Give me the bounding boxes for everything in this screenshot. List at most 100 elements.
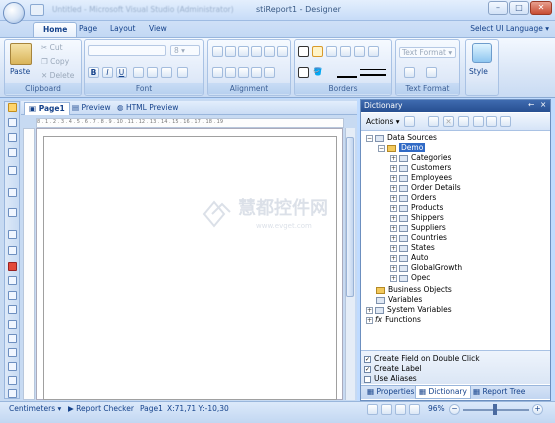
shadow-icon[interactable] — [298, 67, 309, 78]
sort-icon[interactable] — [500, 116, 511, 127]
tree-node-functions[interactable]: + fx Functions — [366, 315, 421, 325]
border-bottom-icon[interactable] — [368, 46, 379, 57]
no-border-icon[interactable] — [312, 46, 323, 57]
edit-item-icon[interactable] — [428, 116, 439, 127]
new-item-icon[interactable] — [404, 116, 415, 127]
style-button-label[interactable]: Style — [469, 67, 488, 76]
language-selector[interactable]: Select UI Language ▾ — [470, 24, 549, 33]
delete-item-icon[interactable]: ✕ — [443, 116, 454, 127]
angle-icon[interactable] — [277, 46, 288, 57]
text-format-combo[interactable]: Text Format ▾ — [399, 47, 456, 58]
barcode-tool-icon[interactable] — [8, 276, 17, 285]
band-tool-icon[interactable] — [8, 166, 17, 175]
minimize-button[interactable]: – — [488, 1, 508, 15]
cut-button[interactable]: ✂ Cut — [41, 43, 63, 52]
tab-view[interactable]: View — [140, 22, 176, 37]
border-top-icon[interactable] — [340, 46, 351, 57]
tree-node-table[interactable]: + Products — [390, 203, 443, 213]
tree-node-data-sources[interactable]: − Data Sources — [366, 133, 437, 143]
paste-button-label[interactable]: Paste — [10, 67, 30, 76]
tree-node-table[interactable]: + Suppliers — [390, 223, 446, 233]
component-tool-icon[interactable] — [8, 208, 17, 217]
format-cells-icon[interactable] — [404, 67, 415, 78]
tab-html-preview[interactable]: ◍ HTML Preview — [113, 102, 182, 115]
all-borders-icon[interactable] — [298, 46, 309, 57]
actions-menu[interactable]: Actions ▾ — [366, 117, 400, 126]
font-color-icon[interactable] — [133, 67, 144, 78]
select-tool-icon[interactable] — [8, 103, 17, 112]
checkbox-tool-icon[interactable] — [8, 334, 17, 343]
zoom-out-icon[interactable]: − — [449, 404, 460, 415]
tree-node-table[interactable]: + Categories — [390, 153, 451, 163]
rectangle-tool-icon[interactable] — [8, 320, 17, 329]
tab-report-tree[interactable]: ▦ Report Tree — [470, 386, 528, 399]
align-left-icon[interactable] — [212, 67, 223, 78]
tree-node-table[interactable]: + Shippers — [390, 213, 444, 223]
create-field-checkbox[interactable]: ✓ Create Field on Double Click — [364, 354, 480, 363]
page-view-icon[interactable] — [367, 404, 378, 415]
bold-button[interactable]: B — [88, 67, 99, 78]
font-settings-icon[interactable] — [177, 67, 188, 78]
crosstab-tool-icon[interactable] — [8, 389, 17, 398]
format-conditions-icon[interactable] — [426, 67, 437, 78]
report-checker-button[interactable]: ▶ Report Checker — [68, 404, 134, 413]
text-tool-icon[interactable] — [8, 230, 17, 239]
zoom-slider-thumb[interactable] — [493, 404, 497, 415]
application-menu-button[interactable] — [3, 2, 25, 24]
italic-button[interactable]: I — [102, 67, 113, 78]
pin-panel-icon[interactable]: ← — [528, 100, 534, 109]
align-middle-icon[interactable] — [225, 46, 236, 57]
align-top-icon[interactable] — [212, 46, 223, 57]
tree-node-table[interactable]: + Order Details — [390, 183, 461, 193]
collapse-icon[interactable]: − — [366, 134, 373, 142]
tree-node-table[interactable]: + GlobalGrowth — [390, 263, 462, 273]
page-width-icon[interactable] — [409, 404, 420, 415]
cross-band-icon[interactable] — [8, 188, 17, 197]
grow-font-icon[interactable] — [147, 67, 158, 78]
font-size-combo[interactable]: 8 ▾ — [170, 45, 200, 56]
border-right-icon[interactable] — [354, 46, 365, 57]
tree-node-table[interactable]: + Employees — [390, 173, 452, 183]
tab-layout[interactable]: Layout — [101, 22, 145, 37]
tree-node-variables[interactable]: Variables — [376, 295, 422, 305]
tab-dictionary[interactable]: ▦ Dictionary — [415, 386, 471, 399]
align-right-icon[interactable] — [238, 67, 249, 78]
style-icon[interactable] — [472, 43, 492, 63]
tab-properties[interactable]: ▦ Properties — [364, 386, 417, 399]
tab-preview[interactable]: ▤ Preview — [68, 102, 115, 115]
tree-node-system-variables[interactable]: + System Variables — [366, 305, 452, 315]
collapse-icon[interactable]: − — [378, 144, 385, 152]
format-icon[interactable] — [264, 67, 275, 78]
tree-node-business-objects[interactable]: Business Objects — [376, 285, 452, 295]
close-panel-icon[interactable]: × — [540, 100, 546, 109]
fill-color-icon[interactable]: 🪣 — [313, 67, 333, 78]
maximize-button[interactable]: □ — [509, 1, 529, 15]
format-painter-icon[interactable] — [8, 148, 17, 157]
refresh-icon[interactable] — [458, 116, 469, 127]
tree-node-table[interactable]: + Customers — [390, 163, 451, 173]
create-label-checkbox[interactable]: ✓ Create Label — [364, 364, 422, 373]
image-tool-icon[interactable] — [8, 262, 17, 271]
align-center-icon[interactable] — [225, 67, 236, 78]
border-color-icon[interactable] — [337, 67, 357, 78]
table-tool-icon[interactable] — [8, 376, 17, 385]
units-selector[interactable]: Centimeters ▾ — [9, 404, 61, 413]
underline-button[interactable]: U — [116, 67, 127, 78]
tree-node-table[interactable]: + Auto — [390, 253, 428, 263]
paste-icon[interactable] — [10, 43, 32, 65]
shape-tool-icon[interactable] — [8, 291, 17, 300]
align-justify-icon[interactable] — [251, 67, 262, 78]
move-down-icon[interactable] — [486, 116, 497, 127]
quick-access-save-icon[interactable] — [30, 4, 44, 16]
line-tool-icon[interactable] — [8, 305, 17, 314]
word-wrap-icon[interactable] — [264, 46, 275, 57]
zoom-in-icon[interactable]: + — [532, 404, 543, 415]
multi-page-icon[interactable] — [395, 404, 406, 415]
border-left-icon[interactable] — [326, 46, 337, 57]
tree-node-table[interactable]: + Orders — [390, 193, 436, 203]
rich-text-tool-icon[interactable] — [8, 246, 17, 255]
zoom-tool-icon[interactable] — [8, 133, 17, 142]
two-pages-icon[interactable] — [381, 404, 392, 415]
copy-button[interactable]: ❐ Copy — [41, 57, 69, 66]
use-aliases-checkbox[interactable]: Use Aliases — [364, 374, 417, 383]
